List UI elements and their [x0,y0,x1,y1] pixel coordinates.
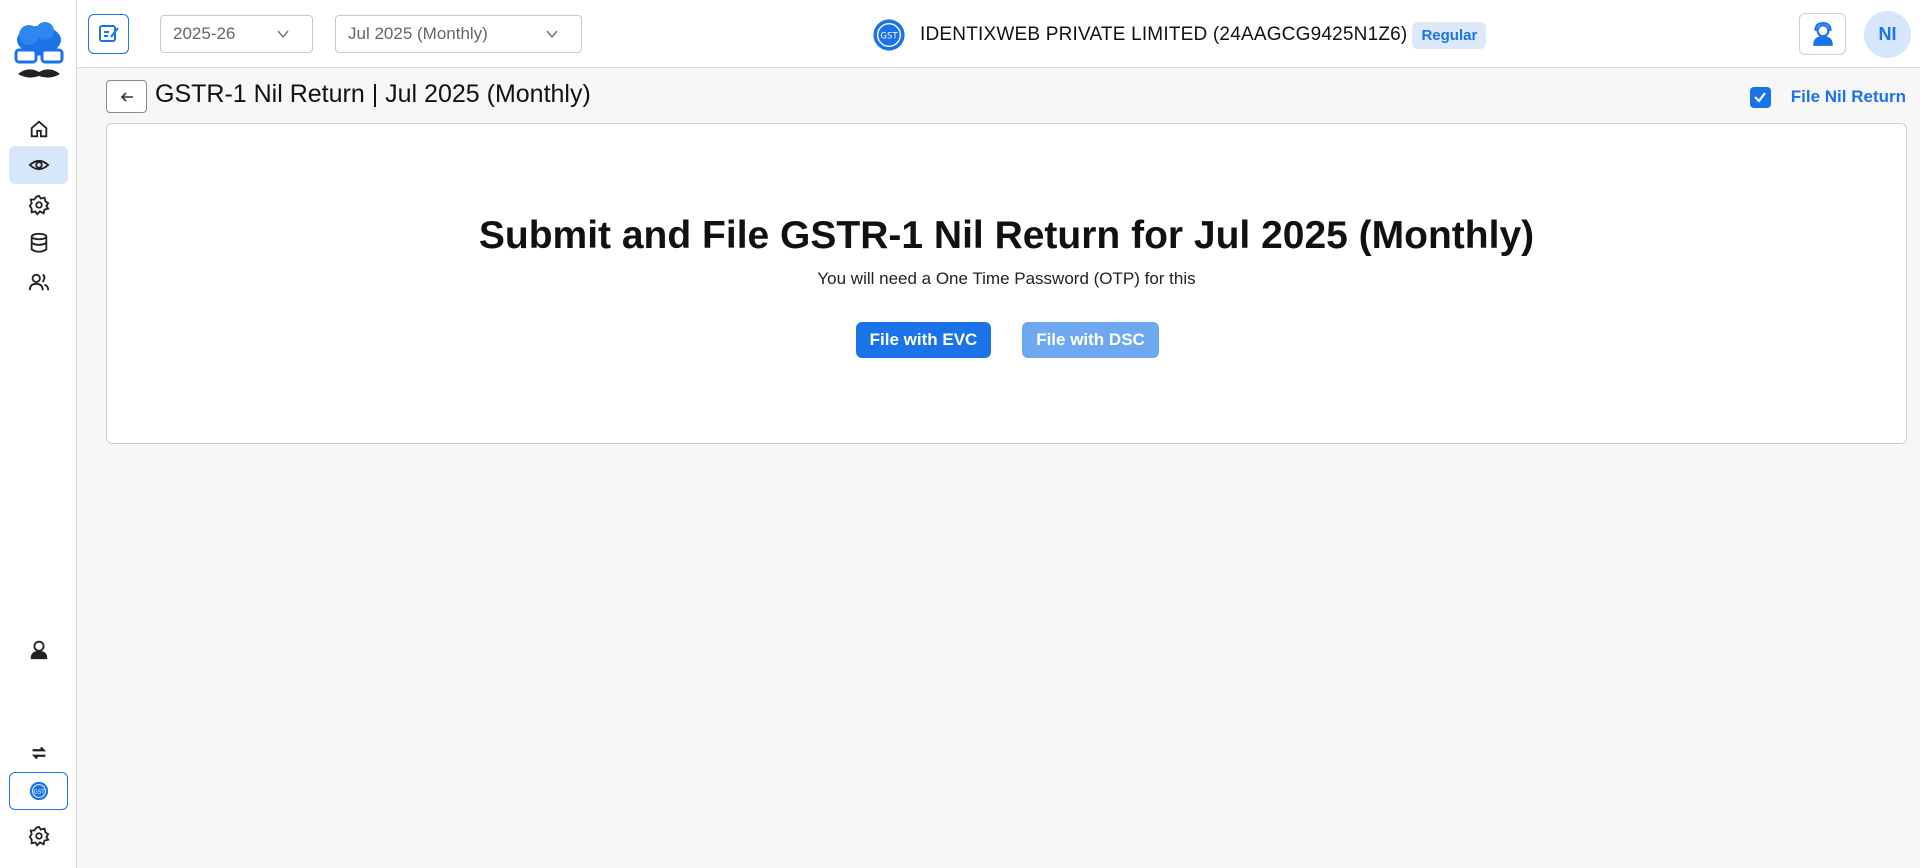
company-name: IDENTIXWEB PRIVATE LIMITED (24AAGCG9425N… [920,24,1408,45]
sidebar-item-data[interactable] [9,224,68,262]
arrow-left-icon [120,91,133,102]
period-value: Jul 2025 (Monthly) [348,24,488,43]
file-nil-return-toggle[interactable]: File Nil Return [1749,84,1906,110]
financial-year-value: 2025-26 [173,24,236,43]
nil-return-checkbox[interactable] [1749,86,1771,108]
gst-seal-icon: GST [873,19,905,51]
app-logo [14,22,64,78]
support-button[interactable] [1799,13,1846,55]
quick-action-button[interactable] [88,14,129,54]
svg-text:GST: GST [33,789,45,795]
nil-return-card: Submit and File GSTR-1 Nil Return for Ju… [106,123,1907,444]
card-heading: Submit and File GSTR-1 Nil Return for Ju… [478,214,1535,257]
gst-seal-icon: GST [29,781,48,801]
user-avatar[interactable]: NI [1864,11,1911,58]
users-icon [28,273,49,291]
switch-icon [31,746,46,760]
chevron-down-icon [546,30,558,39]
period-select[interactable]: Jul 2025 (Monthly) [335,15,582,53]
support-agent-icon [1812,22,1833,46]
svg-text:GST: GST [880,32,898,42]
sidebar-item-view[interactable] [9,146,68,184]
card-subtext: You will need a One Time Password (OTP) … [817,269,1196,288]
sidebar-item-switch[interactable] [9,734,68,772]
nil-return-label[interactable]: File Nil Return [1791,87,1906,107]
sidebar-item-users[interactable] [9,263,68,301]
database-icon [30,232,47,253]
page-title: GSTR-1 Nil Return | Jul 2025 (Monthly) [155,80,591,108]
company-info: GST IDENTIXWEB PRIVATE LIMITED (24AAGCG9… [872,18,1487,52]
top-header: 2025-26 Jul 2025 (Monthly) GST IDENTIXWE… [77,0,1920,68]
check-icon [1754,92,1767,103]
sidebar-item-gst[interactable]: GST [9,772,68,810]
sidebar-item-preferences[interactable] [9,817,68,855]
sidebar-item-home[interactable] [9,110,68,148]
taxpayer-type-badge: Regular [1412,21,1487,49]
eye-icon [27,159,50,171]
sidebar-item-support[interactable] [9,630,68,668]
sidebar: GST [0,0,77,868]
support-agent-icon [30,640,47,660]
file-with-dsc-button[interactable]: File with DSC [1022,322,1159,358]
back-button[interactable] [106,80,147,113]
file-with-evc-button[interactable]: File with EVC [856,322,991,358]
sidebar-item-settings[interactable] [9,186,68,224]
chevron-down-icon [277,30,289,39]
settings-icon [28,825,50,847]
financial-year-select[interactable]: 2025-26 [160,15,313,53]
edit-document-icon [98,25,119,42]
home-icon [30,120,47,138]
gear-icon [28,194,50,216]
